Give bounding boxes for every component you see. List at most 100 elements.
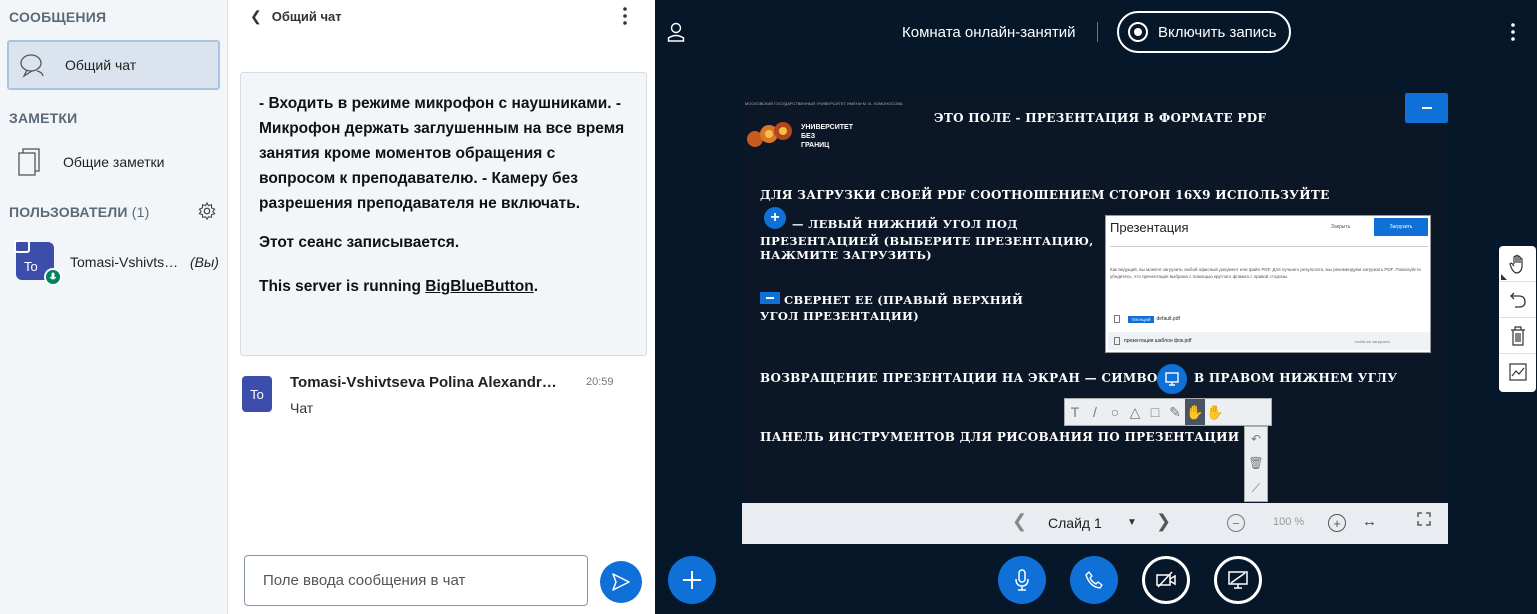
user-icon[interactable] (667, 22, 685, 42)
minus-icon (760, 292, 780, 304)
desktop-off-icon (1228, 571, 1248, 589)
file-hint: чтобы ее загрузить (1354, 338, 1390, 344)
chevron-left-icon[interactable]: ❮ (1012, 511, 1027, 532)
file-icon (1114, 337, 1120, 345)
university-logo: МОСКОВСКИЙ ГОСУДАРСТВЕННЫЙ УНИВЕРСИТЕТ И… (745, 101, 903, 157)
avatar-initials: To (24, 259, 38, 274)
messages-header: СООБЩЕНИЯ (9, 9, 107, 25)
you-label: (Вы) (190, 254, 219, 270)
slide-title: ЭТО ПОЛЕ - ПРЕЗЕНТАЦИЯ В ФОРМАТЕ PDF (934, 111, 1267, 125)
slide-text: ДЛЯ ЗАГРУЗКИ СВОЕЙ PDF СООТНОШЕНИЕМ СТОР… (760, 188, 1330, 202)
submenu-indicator (1501, 274, 1507, 280)
welcome-message: - Входить в режиме микрофон с наушниками… (240, 72, 647, 356)
chat-message-input[interactable] (244, 555, 588, 606)
users-count: (1) (131, 204, 150, 220)
upload-dialog-upload: Загрузить (1374, 218, 1428, 236)
multi-user-whiteboard-button[interactable] (1499, 354, 1536, 390)
pencil-tool-icon: ✎ (1169, 403, 1181, 420)
public-chat-label: Общий чат (65, 57, 137, 73)
gear-icon[interactable] (198, 202, 216, 220)
user-name: Tomasi-Vshivts… (70, 254, 179, 270)
logo-name: УНИВЕРСИТЕТ БЕЗ ГРАНИЦ (801, 123, 853, 150)
multi-user-icon: ⟋ (1251, 480, 1261, 495)
text-tool-icon: T (1070, 404, 1080, 420)
phone-icon (1085, 571, 1103, 589)
tools-toolbar-image: T / ○ △ □ ✎ ✋ ✋ (1064, 398, 1272, 426)
undo-icon (1509, 292, 1526, 308)
trash-icon (1510, 325, 1525, 346)
slide-text: ПАНЕЛЬ ИНСТРУМЕНТОВ ДЛЯ РИСОВАНИЯ ПО ПРЕ… (760, 430, 1257, 444)
logo-name-line: БЕЗ (801, 133, 816, 140)
mute-button[interactable] (998, 556, 1046, 604)
more-options-icon[interactable] (618, 6, 632, 26)
file-row: ТЕКУЩИЙ default.pdf (1110, 312, 1428, 326)
logo-name-line: ГРАНИЦ (801, 142, 830, 149)
slide-text: В ПРАВОМ НИЖНЕМ УГЛУ (1194, 371, 1398, 385)
ellipse-tool-icon: ○ (1110, 404, 1120, 420)
file-icon (1114, 315, 1120, 323)
upload-dialog-close: Закрыть (1331, 224, 1351, 230)
upload-dialog-image: Презентация Закрыть Загрузить Как ведущи… (1105, 215, 1431, 353)
slide-text: УГОЛ ПРЕЗЕНТАЦИИ) (760, 309, 919, 323)
leave-audio-button[interactable] (1070, 556, 1118, 604)
rectangle-tool-icon: □ (1150, 404, 1160, 420)
actions-button[interactable] (668, 556, 716, 604)
presentation-slide[interactable]: МОСКОВСКИЙ ГОСУДАРСТВЕННЫЙ УНИВЕРСИТЕТ И… (742, 93, 1448, 503)
chat-message: To Tomasi-Vshivtseva Polina Alexandr… 20… (242, 372, 647, 422)
public-chat-item[interactable]: Общий чат (7, 40, 220, 90)
video-off-icon (1156, 571, 1176, 588)
trash-icon: 🗑 (1248, 456, 1264, 471)
shared-notes-item[interactable]: Общие заметки (7, 140, 220, 184)
hand-tool-button[interactable] (1499, 246, 1536, 282)
hand-tool-icon: ✋ (1206, 403, 1224, 420)
upload-dialog-title: Презентация (1110, 220, 1189, 235)
restore-presentation-icon (1157, 364, 1187, 394)
user-list-item[interactable]: To Tomasi-Vshivts… (Вы) (14, 240, 222, 286)
slide-text: ПРЕЗЕНТАЦИЕЙ (ВЫБЕРИТЕ ПРЕЗЕНТАЦИЮ, (760, 234, 1094, 248)
slide-selector[interactable]: Слайд 1 (1048, 515, 1102, 531)
message-time: 20:59 (586, 376, 614, 388)
slide-text: ВОЗВРАЩЕНИЕ ПРЕЗЕНТАЦИИ НА ЭКРАН — СИМВО… (760, 371, 1169, 385)
current-tag: ТЕКУЩИЙ (1128, 315, 1154, 323)
header-divider (1097, 22, 1098, 42)
more-options-icon[interactable] (1509, 22, 1517, 42)
divider (1110, 246, 1428, 247)
undo-button[interactable] (1499, 282, 1536, 318)
shared-notes-label: Общие заметки (63, 154, 165, 170)
fit-width-icon[interactable]: ↔ (1362, 513, 1377, 530)
notes-icon (18, 148, 40, 176)
clear-annotations-button[interactable] (1499, 318, 1536, 354)
share-screen-button[interactable] (1214, 556, 1262, 604)
record-button[interactable]: Включить запись (1117, 11, 1291, 53)
microphone-icon (44, 268, 62, 286)
bigbluebutton-link[interactable]: BigBlueButton (425, 278, 533, 295)
user-list-panel: СООБЩЕНИЯ Общий чат ЗАМЕТКИ Общие заметк… (0, 0, 228, 614)
send-message-button[interactable] (600, 561, 642, 603)
zoom-out-icon[interactable]: − (1227, 514, 1245, 532)
slide-text: НАЖМИТЕ ЗАГРУЗИТЬ) (760, 248, 932, 262)
fullscreen-icon[interactable] (1417, 512, 1431, 526)
message-text: Чат (290, 400, 314, 416)
presentation-toolbar: ❮ Слайд 1 ▼ ❯ − 100 % + ↔ (742, 503, 1448, 544)
logo-emblem (747, 122, 792, 147)
share-webcam-button[interactable] (1142, 556, 1190, 604)
slide-text: СВЕРНЕТ ЕЕ (ПРАВЫЙ ВЕРХНИЙ (784, 293, 1024, 307)
caret-down-icon[interactable]: ▼ (1127, 517, 1137, 528)
hide-chat-button[interactable]: ❮ Общий чат (250, 8, 342, 25)
users-header-label: ПОЛЬЗОВАТЕЛИ (9, 204, 128, 220)
microphone-icon (1015, 569, 1029, 591)
slide-text: — ЛЕВЫЙ НИЖНИЙ УГОЛ ПОД (792, 217, 1018, 231)
chat-bubble-icon (20, 54, 44, 78)
multi-user-icon (1508, 363, 1527, 381)
server-prefix: This server is running (259, 278, 426, 295)
zoom-in-icon[interactable]: + (1328, 514, 1346, 532)
recording-notice: Этот сеанс записывается. (259, 234, 460, 251)
server-suffix: . (533, 278, 539, 295)
chevron-right-icon[interactable]: ❯ (1156, 511, 1171, 532)
plus-icon (683, 571, 701, 589)
presenter-icon (14, 240, 30, 253)
logo-name-line: УНИВЕРСИТЕТ (801, 124, 853, 131)
plus-icon: + (764, 207, 786, 229)
minimize-presentation-button[interactable] (1405, 93, 1448, 123)
users-header: ПОЛЬЗОВАТЕЛИ (1) (9, 204, 149, 220)
